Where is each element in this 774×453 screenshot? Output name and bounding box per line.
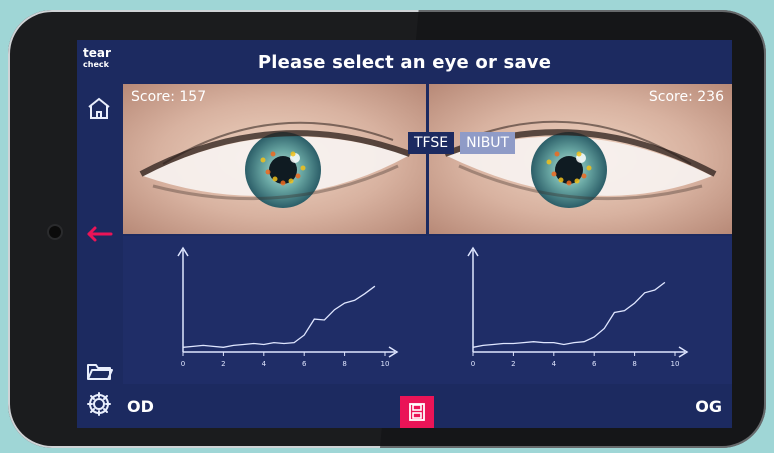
save-button[interactable] [400, 396, 434, 428]
mode-tabs: TFSE NIBUT [408, 132, 516, 154]
front-camera [49, 226, 61, 238]
eye-images: Score: 157 Score: 236 TFSE NIBUT [123, 84, 732, 234]
back-button[interactable] [83, 218, 115, 250]
folder-icon [87, 364, 113, 380]
home-button[interactable] [83, 92, 115, 124]
x-tick-label: 6 [302, 360, 307, 368]
left-eye-image [123, 84, 426, 234]
app-screen: tear check Please select an eye or save [77, 40, 732, 428]
gear-icon [87, 392, 111, 416]
series-line [472, 281, 666, 348]
right-score: Score: 236 [648, 89, 724, 105]
right-eye-panel[interactable]: Score: 236 [429, 84, 732, 234]
x-tick-label: 10 [381, 360, 390, 368]
open-folder-button[interactable] [83, 354, 115, 386]
home-icon [88, 97, 110, 119]
arrow-left-icon [87, 226, 113, 242]
tab-tfse[interactable]: TFSE [408, 132, 455, 154]
x-tick-label: 8 [342, 360, 346, 368]
x-tick-label: 6 [592, 360, 597, 368]
left-score: Score: 157 [131, 89, 207, 105]
x-tick-label: 10 [671, 360, 680, 368]
x-tick-label: 4 [552, 360, 557, 368]
x-tick-label: 0 [181, 360, 185, 368]
right-chart: 0 2 4 6 8 10 [467, 246, 689, 368]
x-tick-label: 2 [511, 360, 515, 368]
x-tick-label: 4 [262, 360, 267, 368]
left-eye-panel[interactable]: Score: 157 [123, 84, 426, 234]
settings-button[interactable] [83, 388, 115, 420]
floppy-disk-icon [409, 403, 425, 421]
right-eye-label: OG [695, 397, 722, 416]
right-eye-image [429, 84, 732, 234]
x-tick-label: 8 [632, 360, 636, 368]
page-title: Please select an eye or save [257, 52, 552, 73]
series-line [182, 285, 376, 348]
left-chart: 0 2 4 6 8 10 [177, 246, 399, 368]
tab-nibut[interactable]: NIBUT [460, 132, 516, 154]
charts-area: 0 2 4 6 8 10 0 2 4 6 8 10 [123, 236, 732, 384]
x-tick-label: 2 [221, 360, 225, 368]
left-eye-label: OD [127, 397, 154, 416]
x-tick-label: 0 [471, 360, 475, 368]
